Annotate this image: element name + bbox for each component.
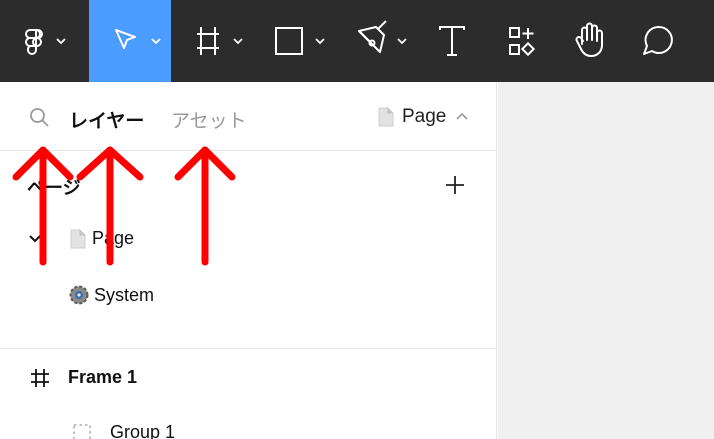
- figma-menu-button[interactable]: [0, 0, 89, 82]
- page-item-label: Page: [92, 228, 135, 248]
- page-file-icon: [378, 107, 394, 127]
- text-t-icon: [439, 26, 465, 56]
- pen-tool-button[interactable]: [346, 0, 416, 82]
- layer-label: Group 1: [110, 422, 176, 439]
- page-list-item[interactable]: Page: [28, 228, 134, 249]
- section-divider: [0, 348, 496, 349]
- gear-emoji-icon: [69, 285, 89, 305]
- tab-layers[interactable]: レイヤー: [69, 106, 144, 133]
- page-item-label: System: [94, 284, 155, 305]
- comment-bubble-icon: [643, 25, 673, 55]
- layer-row[interactable]: Group 1: [72, 422, 175, 439]
- pen-nib-icon: [358, 20, 407, 53]
- tab-assets[interactable]: アセット: [171, 106, 247, 133]
- page-list-item[interactable]: System: [68, 284, 154, 306]
- layer-label: Frame 1: [68, 367, 138, 387]
- page-selector[interactable]: Page: [378, 106, 469, 128]
- rectangle-icon: [275, 27, 325, 55]
- hand-icon: [575, 22, 603, 57]
- hand-tool-button[interactable]: [562, 0, 620, 82]
- chevron-up-icon: [456, 112, 468, 120]
- move-tool-button[interactable]: [89, 0, 171, 82]
- panel-tabs: レイヤー アセット Page: [0, 82, 496, 151]
- comment-tool-button[interactable]: [628, 0, 688, 82]
- chevron-down-icon: [397, 38, 407, 45]
- chevron-down-icon: [233, 38, 243, 45]
- components-icon: [509, 27, 536, 57]
- frame-hash-icon: [31, 368, 49, 387]
- group-dashed-icon: [73, 423, 91, 439]
- chevron-down-icon[interactable]: [28, 234, 42, 244]
- resources-tool-button[interactable]: [494, 0, 552, 82]
- left-panel: レイヤー アセット Page ページ Page System Frame 1 G…: [0, 82, 497, 439]
- chevron-down-icon: [151, 38, 161, 45]
- frame-hash-icon: [197, 27, 243, 55]
- toolbar: [0, 0, 714, 82]
- chevron-down-icon: [56, 38, 66, 45]
- page-file-icon: [70, 229, 86, 248]
- add-page-icon[interactable]: [444, 174, 466, 196]
- chevron-down-icon: [315, 38, 325, 45]
- search-icon[interactable]: [28, 106, 52, 130]
- canvas-area[interactable]: [498, 82, 714, 439]
- shape-tool-button[interactable]: [265, 0, 331, 82]
- pages-section-title: ページ: [27, 178, 81, 198]
- frame-tool-button[interactable]: [185, 0, 251, 82]
- figma-logo-icon: [25, 29, 66, 55]
- text-tool-button[interactable]: [424, 0, 480, 82]
- cursor-icon: [115, 29, 161, 49]
- page-selector-label: Page: [402, 106, 447, 127]
- layer-row[interactable]: Frame 1: [30, 367, 137, 388]
